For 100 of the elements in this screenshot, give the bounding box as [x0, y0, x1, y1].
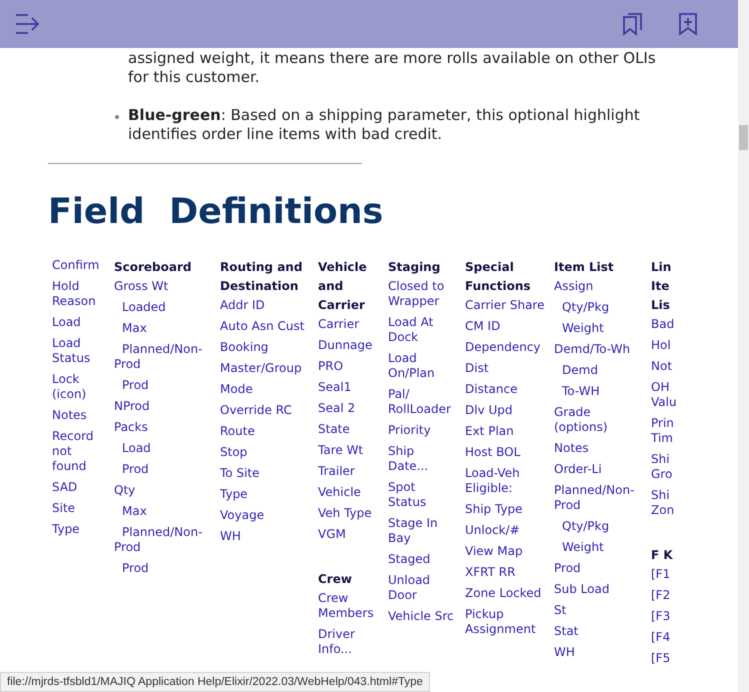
- field-link[interactable]: Hol: [651, 338, 671, 353]
- field-link[interactable]: Veh Type: [318, 506, 372, 521]
- field-link[interactable]: Vehicle: [318, 485, 361, 500]
- field-link[interactable]: Packs: [114, 420, 148, 435]
- field-link[interactable]: St: [554, 603, 566, 618]
- field-link[interactable]: Distance: [465, 382, 518, 397]
- field-link[interactable]: Load: [114, 441, 151, 456]
- field-link[interactable]: Vehicle Src: [388, 609, 454, 624]
- field-link[interactable]: Gross Wt: [114, 279, 168, 294]
- field-link[interactable]: Sub Load: [554, 582, 610, 597]
- toc-button[interactable]: [15, 13, 41, 35]
- field-link[interactable]: Notes: [52, 408, 87, 423]
- field-link[interactable]: Weight: [554, 321, 604, 336]
- field-link[interactable]: Lock (icon): [52, 372, 106, 402]
- field-link[interactable]: Dlv Upd: [465, 403, 513, 418]
- field-link[interactable]: VGM: [318, 527, 346, 542]
- field-link[interactable]: XFRT RR: [465, 565, 516, 580]
- field-link[interactable]: Carrier Share: [465, 298, 544, 313]
- field-link[interactable]: Voyage: [220, 508, 264, 523]
- field-link[interactable]: Load At Dock: [388, 315, 457, 345]
- field-link[interactable]: Not: [651, 359, 672, 374]
- field-link[interactable]: Planned/Non-Prod: [114, 525, 212, 555]
- field-link[interactable]: Load Status: [52, 336, 106, 366]
- field-link[interactable]: Load: [52, 315, 81, 330]
- field-link[interactable]: Grade (options): [554, 405, 643, 435]
- field-link[interactable]: Loaded: [114, 300, 166, 315]
- field-link[interactable]: Dist: [465, 361, 489, 376]
- field-link[interactable]: Load-Veh Eligible:: [465, 466, 546, 496]
- field-link[interactable]: Tare Wt: [318, 443, 364, 458]
- field-link[interactable]: Override RC: [220, 403, 292, 418]
- field-link[interactable]: Prod: [554, 561, 581, 576]
- field-link[interactable]: Mode: [220, 382, 253, 397]
- field-link[interactable]: [F5: [651, 651, 670, 666]
- field-link[interactable]: Stat: [554, 624, 578, 639]
- field-link[interactable]: Pal/ RollLoader: [388, 387, 457, 417]
- field-link[interactable]: PRO: [318, 359, 344, 374]
- field-link[interactable]: Seal1: [318, 380, 352, 395]
- field-link[interactable]: Site: [52, 501, 76, 516]
- scrollbar[interactable]: [738, 0, 749, 692]
- field-link[interactable]: Demd: [554, 363, 598, 378]
- field-link[interactable]: Confirm: [52, 258, 100, 273]
- field-link[interactable]: To-WH: [554, 384, 600, 399]
- field-link[interactable]: Closed to Wrapper: [388, 279, 457, 309]
- field-link[interactable]: Prod: [114, 561, 149, 576]
- field-link[interactable]: Stage In Bay: [388, 516, 457, 546]
- field-link[interactable]: Qty/Pkg: [554, 300, 610, 315]
- field-link[interactable]: Priority: [388, 423, 431, 438]
- field-link[interactable]: Qty/Pkg: [554, 519, 610, 534]
- field-link[interactable]: Stop: [220, 445, 248, 460]
- field-link[interactable]: Crew Members: [318, 591, 380, 621]
- field-link[interactable]: Dunnage: [318, 338, 372, 353]
- field-link[interactable]: Unload Door: [388, 573, 457, 603]
- field-link[interactable]: Staged: [388, 552, 430, 567]
- field-link[interactable]: Hold Reason: [52, 279, 106, 309]
- field-link[interactable]: [F2: [651, 588, 670, 603]
- field-link[interactable]: Auto Asn Cust: [220, 319, 304, 334]
- field-link[interactable]: Load On/Plan: [388, 351, 457, 381]
- field-link[interactable]: Prod: [114, 378, 149, 393]
- field-link[interactable]: Notes: [554, 441, 589, 456]
- bookmarks-button[interactable]: [622, 12, 644, 36]
- field-link[interactable]: Dependency: [465, 340, 541, 355]
- field-link[interactable]: Seal 2: [318, 401, 356, 416]
- field-link[interactable]: Route: [220, 424, 255, 439]
- field-link[interactable]: Carrier: [318, 317, 360, 332]
- field-link[interactable]: To Site: [220, 466, 260, 481]
- field-link[interactable]: Type: [52, 522, 80, 537]
- field-link[interactable]: [F1: [651, 567, 670, 582]
- field-link[interactable]: [F4: [651, 630, 670, 645]
- field-link[interactable]: Weight: [554, 540, 604, 555]
- add-bookmark-button[interactable]: [678, 12, 698, 36]
- field-link[interactable]: State: [318, 422, 350, 437]
- field-link[interactable]: Shi Gro: [651, 452, 677, 482]
- field-link[interactable]: Unlock/#: [465, 523, 520, 538]
- field-link[interactable]: WH: [554, 645, 575, 660]
- field-link[interactable]: Assign: [554, 279, 594, 294]
- field-link[interactable]: Booking: [220, 340, 268, 355]
- field-link[interactable]: Shi Zon: [651, 488, 677, 518]
- field-link[interactable]: Spot Status: [388, 480, 457, 510]
- field-link[interactable]: Ship Type: [465, 502, 523, 517]
- field-link[interactable]: CM ID: [465, 319, 500, 334]
- field-link[interactable]: Type: [220, 487, 248, 502]
- field-link[interactable]: OH Valu: [651, 380, 677, 410]
- field-link[interactable]: Addr ID: [220, 298, 265, 313]
- field-link[interactable]: Max: [114, 321, 147, 336]
- field-link[interactable]: Qty: [114, 483, 136, 498]
- field-link[interactable]: Trailer: [318, 464, 355, 479]
- field-link[interactable]: NProd: [114, 399, 150, 414]
- field-link[interactable]: Planned/Non-Prod: [114, 342, 212, 372]
- field-link[interactable]: SAD: [52, 480, 78, 495]
- field-link[interactable]: Driver Info...: [318, 627, 380, 657]
- field-link[interactable]: Prin Tim: [651, 416, 677, 446]
- field-link[interactable]: Order-Li: [554, 462, 602, 477]
- field-link[interactable]: Ext Plan: [465, 424, 514, 439]
- field-link[interactable]: Max: [114, 504, 147, 519]
- field-link[interactable]: Demd/To-Wh: [554, 342, 630, 357]
- field-link[interactable]: View Map: [465, 544, 523, 559]
- field-link[interactable]: Host BOL: [465, 445, 520, 460]
- field-link[interactable]: Master/Group: [220, 361, 302, 376]
- field-link[interactable]: Ship Date...: [388, 444, 457, 474]
- field-link[interactable]: Prod: [114, 462, 149, 477]
